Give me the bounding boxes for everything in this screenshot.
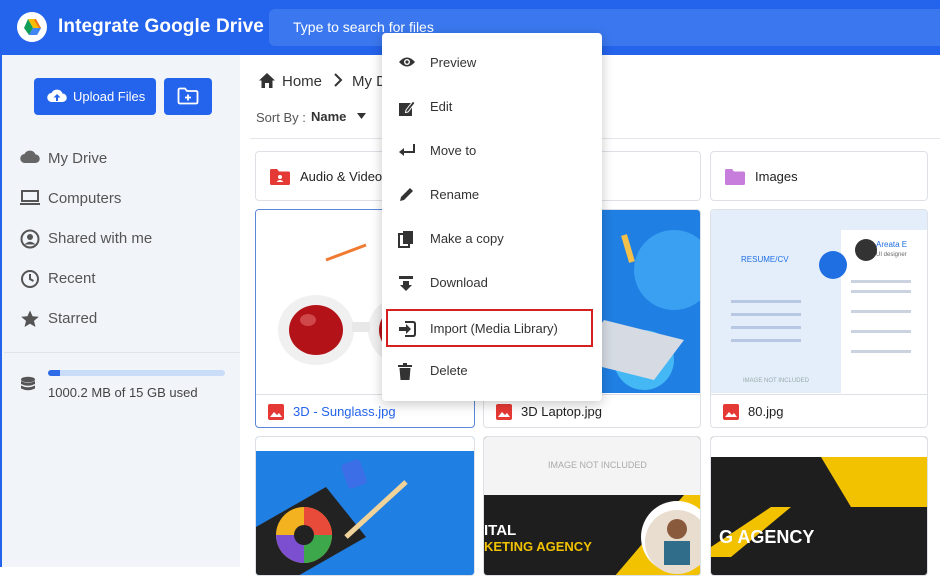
menu-item-label: Edit bbox=[430, 99, 453, 114]
menu-item-label: Download bbox=[430, 275, 488, 290]
sidebar-item-label: Recent bbox=[48, 270, 96, 287]
image-not-included-text: IMAGE NOT INCLUDED bbox=[548, 460, 647, 470]
sidebar-divider bbox=[4, 352, 240, 353]
google-drive-logo bbox=[17, 12, 47, 42]
image-file-icon bbox=[268, 404, 284, 420]
menu-item-preview[interactable]: Preview bbox=[382, 43, 602, 83]
marketing-text-3: G AGENCY bbox=[719, 527, 814, 547]
file-name: 80.jpg bbox=[748, 404, 784, 419]
menu-item-label: Preview bbox=[430, 55, 477, 70]
file-name: 3D Laptop.jpg bbox=[521, 404, 602, 419]
resume-label: RESUME/CV bbox=[741, 255, 789, 264]
trash-icon bbox=[398, 363, 412, 380]
menu-item-download[interactable]: Download bbox=[382, 263, 602, 303]
upload-files-button[interactable]: Upload Files bbox=[34, 78, 156, 115]
file-caption: 80.jpg bbox=[711, 394, 927, 427]
storage-usage-bar bbox=[48, 370, 225, 376]
sidebar-item-my-drive[interactable]: My Drive bbox=[20, 147, 230, 171]
sort-by-value[interactable]: Name bbox=[311, 109, 346, 124]
pencil-icon bbox=[400, 188, 413, 201]
folder-name: Audio & Video bbox=[300, 169, 383, 184]
app-title: Integrate Google Drive bbox=[58, 16, 264, 37]
import-icon bbox=[399, 321, 416, 337]
star-icon bbox=[21, 310, 39, 327]
marketing-text-1: ITAL bbox=[484, 522, 516, 539]
folder-audio-icon bbox=[270, 169, 290, 185]
file-card-80[interactable]: RESUME/CV Areata E UI designer IMAGE NOT… bbox=[710, 209, 928, 428]
sort-by-label: Sort By : bbox=[256, 110, 306, 125]
shared-icon bbox=[20, 229, 40, 249]
folder-plus-icon bbox=[177, 87, 199, 105]
breadcrumb-home[interactable]: Home bbox=[282, 73, 322, 90]
menu-item-make-a-copy[interactable]: Make a copy bbox=[382, 219, 602, 259]
menu-item-import-media-library[interactable]: Import (Media Library) bbox=[386, 309, 593, 347]
menu-item-rename[interactable]: Rename bbox=[382, 175, 602, 215]
storage-usage-text: 1000.2 MB of 15 GB used bbox=[48, 385, 198, 400]
sidebar-item-shared-with-me[interactable]: Shared with me bbox=[20, 227, 230, 251]
menu-item-label: Import (Media Library) bbox=[430, 321, 558, 336]
copy-icon bbox=[398, 231, 413, 248]
resume-name: Areata E bbox=[876, 240, 907, 249]
thumbnail-marketing-2: G AGENCY bbox=[711, 437, 927, 575]
sidebar-item-computers[interactable]: Computers bbox=[20, 187, 230, 211]
resume-role: UI designer bbox=[876, 252, 907, 258]
move-icon bbox=[399, 144, 415, 156]
file-card-marketing-1[interactable]: IMAGE NOT INCLUDED ITAL KETING AGENCY bbox=[483, 436, 701, 576]
clock-icon bbox=[21, 270, 39, 288]
folder-icon bbox=[725, 169, 745, 185]
file-name: 3D - Sunglass.jpg bbox=[293, 404, 396, 419]
thumbnail-resume: RESUME/CV Areata E UI designer IMAGE NOT… bbox=[711, 210, 927, 393]
sidebar-item-label: Shared with me bbox=[48, 230, 153, 247]
caret-down-icon[interactable] bbox=[357, 113, 366, 119]
menu-item-label: Rename bbox=[430, 187, 480, 202]
storage-usage-fill bbox=[48, 370, 60, 376]
upload-files-label: Upload Files bbox=[73, 89, 146, 104]
thumbnail-color-wheel bbox=[256, 437, 474, 575]
menu-item-label: Delete bbox=[430, 363, 468, 378]
sidebar-item-label: Computers bbox=[48, 190, 122, 207]
chevron-right-icon bbox=[334, 73, 343, 87]
home-icon bbox=[259, 73, 275, 88]
sidebar: Upload Files My Drive Computers Shared w… bbox=[0, 55, 240, 567]
eye-icon bbox=[399, 57, 415, 67]
search-bar[interactable]: Type to search for files bbox=[269, 9, 940, 46]
file-card-marketing-2[interactable]: G AGENCY bbox=[710, 436, 928, 576]
cloud-upload-icon bbox=[47, 89, 67, 103]
download-icon bbox=[399, 276, 413, 291]
computer-icon bbox=[20, 190, 40, 205]
image-file-icon bbox=[496, 404, 512, 420]
file-card-color-wheel[interactable] bbox=[255, 436, 475, 576]
menu-item-delete[interactable]: Delete bbox=[382, 351, 602, 391]
image-file-icon bbox=[723, 404, 739, 420]
menu-item-edit[interactable]: Edit bbox=[382, 87, 602, 127]
new-folder-button[interactable] bbox=[164, 78, 212, 115]
sidebar-item-starred[interactable]: Starred bbox=[20, 307, 230, 331]
cloud-icon bbox=[20, 150, 40, 164]
thumbnail-marketing-1: IMAGE NOT INCLUDED ITAL KETING AGENCY bbox=[484, 437, 700, 575]
database-icon bbox=[21, 376, 35, 391]
sidebar-item-recent[interactable]: Recent bbox=[20, 267, 230, 291]
folder-images[interactable]: Images bbox=[710, 151, 928, 201]
folder-name: Images bbox=[755, 169, 798, 184]
marketing-text-2: KETING AGENCY bbox=[484, 539, 592, 554]
context-menu: Preview Edit Move to Rename Make a copy … bbox=[382, 33, 602, 401]
menu-item-label: Make a copy bbox=[430, 231, 504, 246]
sidebar-item-label: Starred bbox=[48, 310, 98, 327]
sidebar-item-label: My Drive bbox=[48, 150, 108, 167]
menu-item-label: Move to bbox=[430, 143, 477, 158]
edit-icon bbox=[399, 100, 416, 116]
menu-item-move-to[interactable]: Move to bbox=[382, 131, 602, 171]
image-not-included-text: IMAGE NOT INCLUDED bbox=[743, 378, 810, 384]
